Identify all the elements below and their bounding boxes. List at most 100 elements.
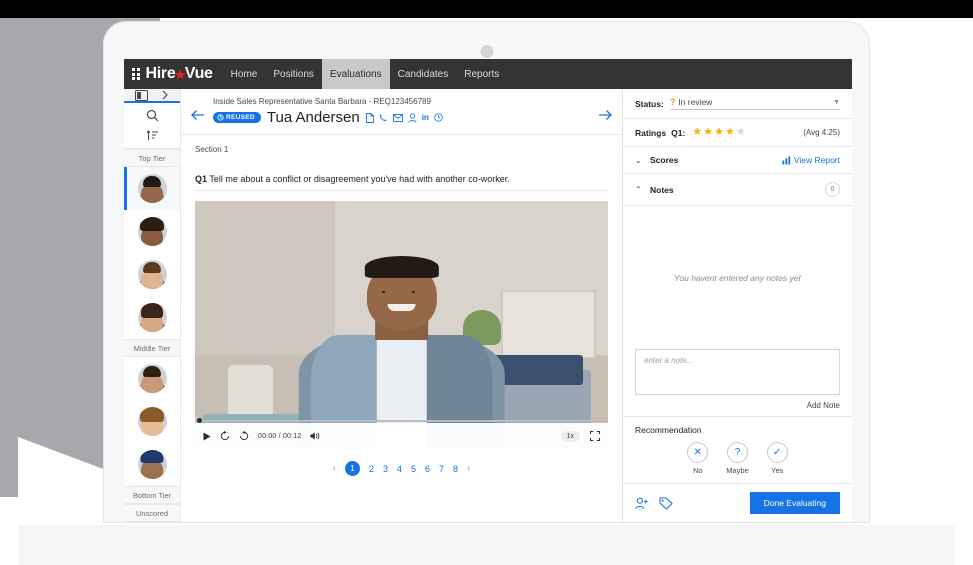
chevron-up-icon[interactable]: ⌃ [635, 185, 643, 194]
scores-label: Scores [650, 155, 679, 165]
notes-empty-area: You havent entered any notes yet [623, 206, 852, 349]
list-item[interactable] [124, 167, 180, 210]
avatar [137, 174, 167, 203]
arrow-right-icon[interactable] [598, 97, 612, 121]
tier-label-middle: Middle Tier [124, 339, 180, 357]
hirevue-logo[interactable]: Hire ★ Vue [124, 59, 223, 89]
avatar [137, 450, 167, 479]
chevron-down-icon[interactable]: ⌄ [635, 156, 643, 165]
video-progress-knob[interactable] [197, 417, 202, 423]
notes-label: Notes [650, 184, 674, 195]
recommendation-no[interactable]: ✕ No [687, 442, 709, 475]
status-label: Status: [635, 98, 664, 109]
video-person-smile [387, 303, 416, 312]
pagination-page-6[interactable]: 6 [425, 464, 430, 474]
video-progress-bar[interactable] [195, 417, 608, 423]
add-note-button[interactable]: Add Note [635, 401, 840, 410]
status-select[interactable]: ? In review ▼ [669, 97, 840, 110]
arrow-left-icon[interactable] [191, 97, 205, 121]
list-item[interactable] [124, 296, 180, 339]
candidate-name-row: REUSED Tua Andersen in [213, 109, 590, 126]
rail-tools [124, 103, 180, 149]
star-2-icon[interactable]: ★ [703, 127, 713, 138]
tier-group-top [124, 167, 180, 339]
notes-count-badge: 0 [825, 182, 840, 197]
nav-items: Home Positions Evaluations Candidates Re… [223, 59, 508, 89]
question-text: Q1 Tell me about a conflict or disagreem… [195, 174, 608, 191]
view-report-button[interactable]: View Report [782, 155, 840, 165]
video-controls: 00:00 / 00:12 1x [195, 417, 608, 449]
linkedin-icon[interactable]: in [422, 113, 429, 122]
list-item[interactable] [124, 253, 180, 296]
interview-video-player[interactable]: 00:00 / 00:12 1x [195, 201, 608, 449]
notes-empty-message: You havent entered any notes yet [674, 272, 801, 283]
recommendation-options: ✕ No ? Maybe ✓ Yes [635, 442, 840, 475]
scores-row[interactable]: ⌄ Scores View Report [623, 147, 852, 174]
video-bg-lamp [228, 364, 274, 420]
evaluation-main-panel: Inside Sales Representative Santa Barbar… [181, 89, 623, 522]
resume-document-icon[interactable] [365, 112, 374, 123]
nav-item-positions[interactable]: Positions [265, 59, 322, 89]
sort-icon[interactable] [146, 129, 159, 142]
nav-item-home[interactable]: Home [223, 59, 266, 89]
pagination-page-1[interactable]: 1 [344, 461, 360, 476]
status-badge-label: REUSED [226, 114, 255, 121]
nav-item-reports[interactable]: Reports [456, 59, 507, 89]
pagination-page-4[interactable]: 4 [397, 464, 402, 474]
pagination-page-8[interactable]: 8 [453, 464, 458, 474]
search-icon[interactable] [146, 109, 159, 122]
section-label: Section 1 [195, 145, 229, 154]
play-icon[interactable] [203, 432, 211, 441]
pagination-page-7[interactable]: 7 [439, 464, 444, 474]
note-input[interactable]: enter a note... [635, 349, 840, 395]
pagination-page-2[interactable]: 2 [369, 464, 374, 474]
rewind-10-icon[interactable] [220, 431, 230, 441]
avatar [137, 303, 167, 332]
application-body: Top Tier Middle Tier Bottom Tier Unscore… [124, 89, 852, 522]
logo-text-left: Hire [145, 65, 176, 82]
bottom-grey-card [18, 525, 955, 565]
nav-item-evaluations[interactable]: Evaluations [321, 59, 390, 89]
pagination-prev[interactable]: ‹ [333, 463, 336, 474]
star-1-icon[interactable]: ★ [692, 127, 702, 138]
question-icon: ? [726, 442, 748, 463]
list-item[interactable] [124, 210, 180, 253]
panel-toggle-icon[interactable] [134, 89, 148, 101]
recommendation-yes[interactable]: ✓ Yes [766, 442, 788, 475]
tier-label-bottom: Bottom Tier [124, 486, 180, 504]
star-3-icon[interactable]: ★ [714, 127, 724, 138]
history-clock-icon[interactable] [434, 113, 443, 122]
evaluation-action-bar: Done Evaluating [623, 483, 852, 522]
candidate-quick-icons: in [365, 112, 443, 123]
evaluation-side-panel: Status: ? In review ▼ Ratings Q1: ★ ★ ★ … [623, 89, 852, 522]
list-item[interactable] [124, 400, 180, 443]
star-4-icon[interactable]: ★ [725, 127, 735, 138]
pagination-page-5[interactable]: 5 [411, 464, 416, 474]
phone-icon[interactable] [379, 113, 388, 123]
pagination-next[interactable]: › [467, 463, 470, 474]
forward-10-icon[interactable] [239, 431, 249, 441]
video-speed-button[interactable]: 1x [560, 430, 580, 442]
recommendation-maybe[interactable]: ? Maybe [726, 442, 749, 475]
tablet-device-frame: Hire ★ Vue Home Positions Evaluations Cand… [104, 22, 869, 522]
volume-icon[interactable] [310, 431, 321, 441]
star-5-icon[interactable]: ★ [736, 127, 746, 138]
reuse-refresh-icon [217, 114, 224, 121]
recommendation-no-label: No [692, 466, 703, 475]
fullscreen-icon[interactable] [590, 431, 600, 441]
nav-item-candidates[interactable]: Candidates [390, 59, 457, 89]
video-control-row: 00:00 / 00:12 1x [195, 423, 608, 449]
list-item[interactable] [124, 443, 180, 486]
done-evaluating-button[interactable]: Done Evaluating [749, 492, 840, 514]
pagination-page-3[interactable]: 3 [383, 464, 388, 474]
email-icon[interactable] [392, 113, 403, 122]
list-item[interactable] [124, 357, 180, 400]
profile-icon[interactable] [408, 112, 417, 123]
tag-icon[interactable] [659, 496, 673, 510]
tier-group-middle [124, 357, 180, 486]
rating-stars[interactable]: ★ ★ ★ ★ ★ [692, 127, 745, 138]
video-person-eye-right [411, 290, 416, 293]
add-user-icon[interactable] [635, 497, 649, 510]
chevron-right-icon[interactable] [161, 90, 169, 100]
notes-row[interactable]: ⌃ Notes 0 [623, 174, 852, 206]
